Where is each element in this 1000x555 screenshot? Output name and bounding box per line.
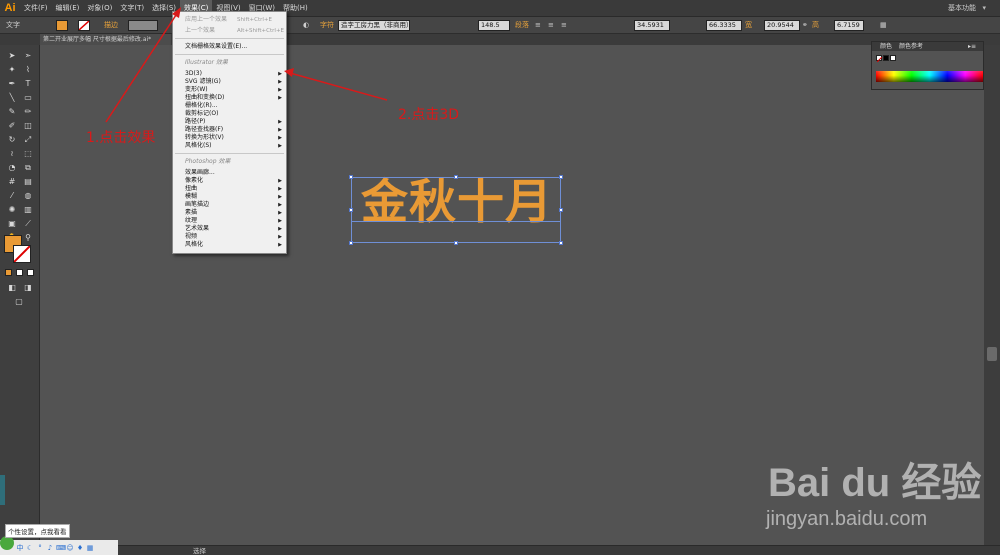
dot-icon[interactable]: °: [36, 544, 44, 552]
arrow-step2-head: [284, 68, 294, 77]
keyboard-icon[interactable]: ⌨: [56, 544, 66, 552]
grid-icon[interactable]: ▦: [86, 544, 94, 552]
moon-icon[interactable]: ☾: [26, 544, 34, 552]
ime-toolbar: 中 ☾ ° ♪ ⌨ ☺ ♦ ▦: [0, 540, 118, 555]
shirt-icon[interactable]: ♦: [76, 544, 84, 552]
baidu-watermark-url: jingyan.baidu.com: [766, 508, 928, 530]
status-tool: 选择: [193, 547, 206, 555]
ime-lang[interactable]: 中: [16, 544, 24, 552]
ime-tooltip: 个性设置，点我看看: [5, 524, 70, 538]
annotation-step2: 2.点击3D: [398, 107, 460, 123]
user-icon[interactable]: ☺: [66, 544, 74, 552]
mic-icon[interactable]: ♪: [46, 544, 54, 552]
annotation-step1: 1.点击效果: [86, 130, 156, 146]
baidu-watermark-logo: Bai du 经验: [768, 461, 982, 505]
arrow-step1-head: [172, 7, 181, 18]
arrow-step1-line: [105, 11, 179, 123]
status-bar: 选择: [0, 545, 1000, 555]
arrow-step2-line: [289, 72, 388, 101]
ime-status-ball[interactable]: [0, 536, 14, 550]
